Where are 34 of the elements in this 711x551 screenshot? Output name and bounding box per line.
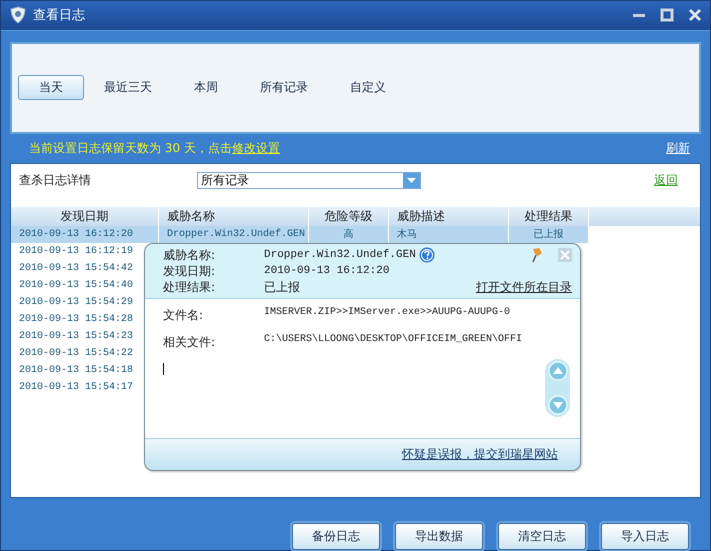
filter-dropdown[interactable]: 所有记录: [197, 172, 421, 190]
field-value: C:\USERS\LLOONG\DESKTOP\OFFICEIM_GREEN\OFFI: [264, 334, 524, 347]
field-value: 已上报: [264, 279, 300, 296]
period-tab[interactable]: 自定义: [340, 75, 396, 100]
maximize-icon[interactable]: [660, 8, 674, 22]
refresh-link[interactable]: 刷新: [666, 140, 690, 157]
action-button[interactable]: 备份日志: [292, 523, 380, 550]
pin-icon[interactable]: [530, 246, 544, 263]
action-button[interactable]: 清空日志: [498, 523, 586, 550]
action-button[interactable]: 导出数据: [395, 523, 483, 550]
field-label: 发现日期:: [163, 262, 216, 279]
close-icon[interactable]: [688, 8, 702, 22]
report-false-positive-link[interactable]: 怀疑是误报，提交到瑞星网站: [402, 446, 558, 463]
open-folder-link[interactable]: 打开文件所在目录: [476, 278, 572, 296]
retention-notice: 当前设置日志保留天数为 30 天，点击: [29, 140, 232, 157]
help-icon[interactable]: [418, 246, 435, 263]
field-label: 处理结果:: [163, 279, 216, 296]
field-label: 相关文件:: [163, 334, 216, 350]
log-row[interactable]: 2010-09-13 16:12:20 Dropper.Win32.Undef.GEN 高 木马 已上报: [11, 226, 589, 243]
period-tab[interactable]: 所有记录: [250, 75, 318, 100]
field-label: 文件名:: [163, 306, 204, 323]
period-tab[interactable]: 当天: [18, 75, 84, 100]
shield-logo-icon: [9, 6, 27, 24]
back-link[interactable]: 返回: [654, 172, 678, 190]
period-tab[interactable]: 本周: [184, 75, 228, 100]
filter-label: 查杀日志详情: [19, 172, 92, 190]
field-value: IMSERVER.ZIP>>IMServer.exe>>AUUPG-AUUPG-0: [264, 306, 512, 320]
field-label: 威胁名称:: [163, 246, 216, 263]
field-value: 2010-09-13 16:12:20: [264, 264, 390, 279]
action-button[interactable]: 导入日志: [601, 523, 689, 550]
period-tab[interactable]: 最近三天: [94, 75, 162, 100]
text-cursor-icon: [163, 362, 164, 375]
window-title: 查看日志: [33, 7, 86, 24]
field-value: Dropper.Win32.Undef.GEN: [264, 248, 416, 263]
